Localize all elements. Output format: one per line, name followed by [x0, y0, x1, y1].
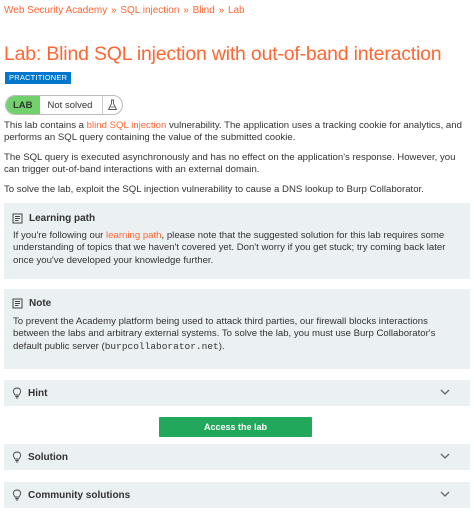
- breadcrumb-sql-injection[interactable]: SQL injection: [120, 5, 179, 16]
- access-lab-button[interactable]: Access the lab: [159, 417, 312, 437]
- solution-accordion[interactable]: Solution: [4, 444, 470, 470]
- solution-label: Solution: [28, 451, 68, 463]
- note-icon: [12, 298, 23, 309]
- chevron-down-icon: [440, 490, 450, 501]
- learning-path-text: If you're following our: [13, 230, 107, 241]
- flask-icon: [102, 96, 122, 114]
- breadcrumb-academy[interactable]: Web Security Academy: [4, 5, 107, 16]
- learning-path-panel: Learning path If you're following our le…: [4, 203, 470, 279]
- breadcrumb-separator: »: [218, 5, 225, 16]
- chevron-down-icon: [440, 452, 450, 463]
- note-title: Note: [29, 298, 52, 309]
- status-text: Not solved: [47, 99, 93, 111]
- hint-label: Hint: [28, 387, 48, 399]
- book-icon: [12, 213, 23, 224]
- description-paragraph-1: This lab contains a blind SQL injection …: [4, 120, 470, 145]
- community-solutions-accordion[interactable]: Community solutions: [4, 482, 470, 508]
- note-body: To prevent the Academy platform being us…: [13, 316, 462, 353]
- learning-path-title: Learning path: [29, 213, 96, 224]
- description-paragraph-3: To solve the lab, exploit the SQL inject…: [4, 184, 424, 195]
- description-paragraph-2: The SQL query is executed asynchronously…: [4, 152, 456, 176]
- lab-label: LAB: [6, 96, 40, 114]
- description-text: This lab contains a: [4, 120, 87, 131]
- collaborator-domain: burpcollaborator.net: [104, 340, 219, 352]
- learning-path-body: If you're following our learning path, p…: [13, 230, 462, 267]
- bulb-icon: [11, 451, 22, 463]
- hint-accordion[interactable]: Hint: [4, 380, 470, 406]
- breadcrumb-separator: »: [110, 5, 117, 16]
- community-solutions-label: Community solutions: [28, 489, 131, 501]
- breadcrumb-separator: »: [183, 5, 189, 16]
- learning-path-heading: Learning path: [12, 213, 95, 224]
- note-text: ).: [218, 340, 225, 352]
- note-heading: Note: [12, 298, 51, 309]
- blind-sql-injection-link[interactable]: blind SQL injection: [87, 120, 167, 131]
- bulb-icon: [11, 489, 22, 501]
- bulb-icon: [11, 387, 22, 399]
- note-panel: Note To prevent the Academy platform bei…: [4, 289, 470, 369]
- breadcrumb-lab[interactable]: Lab: [228, 5, 245, 16]
- chevron-down-icon: [440, 388, 450, 399]
- level-badge: PRACTITIONER: [5, 72, 72, 84]
- learning-path-link[interactable]: learning path: [106, 230, 161, 241]
- page-title: Lab: Blind SQL injection with out-of-ban…: [4, 43, 442, 65]
- breadcrumb: Web Security Academy » SQL injection » B…: [4, 5, 245, 16]
- breadcrumb-blind[interactable]: Blind: [193, 5, 215, 16]
- lab-status-widget: LAB Not solved: [5, 95, 123, 115]
